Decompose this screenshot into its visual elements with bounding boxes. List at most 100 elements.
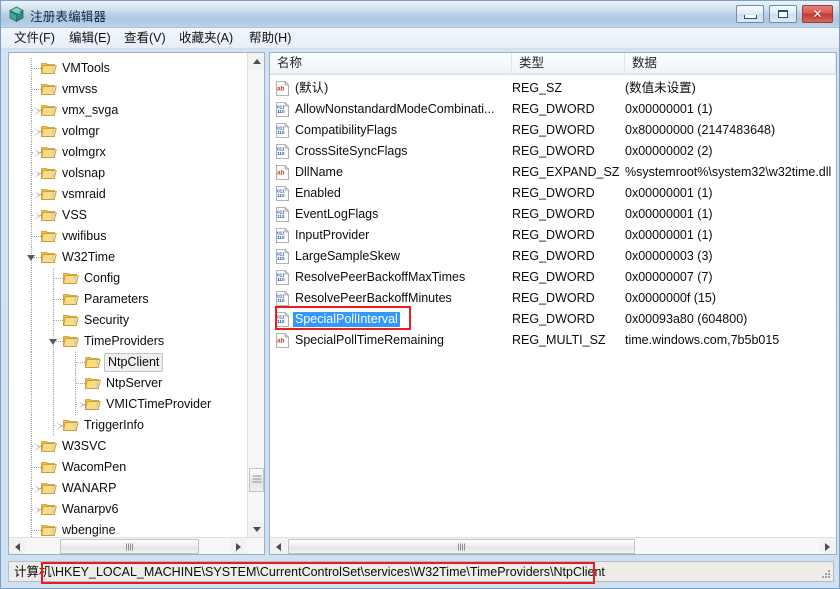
folder-icon [41,208,57,222]
menu-item-3[interactable]: 查看(V) [119,30,171,47]
registry-values-list[interactable]: ab (默认) REG_SZ (数值未设置) 011 110 AllowNonstandar… [270,75,836,538]
tree-scroll-right-button[interactable] [230,538,247,554]
maximize-button[interactable] [769,5,797,23]
tree-scroll-up-button[interactable] [248,53,264,70]
svg-text:110: 110 [277,256,285,261]
expand-triangle-icon[interactable] [78,401,84,409]
folder-icon [63,292,79,306]
value-type: REG_DWORD [512,291,595,305]
folder-icon [41,82,57,96]
string-value-icon: ab [275,80,290,96]
value-row[interactable]: 011 110 EventLogFlags REG_DWORD 0x00000001 (… [270,204,836,225]
value-row[interactable]: ab (默认) REG_SZ (数值未设置) [270,78,836,99]
resize-grip-icon[interactable] [819,567,831,579]
registry-path-text: 计算机\HKEY_LOCAL_MACHINE\SYSTEM\CurrentCon… [14,565,605,579]
value-row[interactable]: 011 110 SpecialPollInterval REG_DWORD 0x0009… [270,309,836,330]
tree-scroll-down-button[interactable] [248,521,264,538]
expand-triangle-icon[interactable] [34,443,40,451]
menu-item-2[interactable]: 编辑(E) [64,30,116,47]
collapse-triangle-icon[interactable] [27,255,35,261]
tree-hscrollbar-thumb[interactable] [60,539,199,554]
status-bar: 计算机\HKEY_LOCAL_MACHINE\SYSTEM\CurrentCon… [8,561,834,582]
tree-item-label: volmgr [62,124,100,138]
tree-guide-line [54,278,63,279]
value-row[interactable]: 011 110 ResolvePeerBackoffMinutes REG_DWORD… [270,288,836,309]
dword-value-icon: 011 110 [275,143,290,159]
expand-triangle-icon[interactable] [34,506,40,514]
registry-tree[interactable]: VMTools vmvss vmx_svga volmgr volmgrx volsnap… [9,53,247,538]
menu-item-1[interactable]: 文件(F) [9,30,60,47]
expand-triangle-icon[interactable] [34,485,40,493]
title-bar[interactable]: 注册表编辑器 ✕ [1,1,839,28]
tree-vertical-scrollbar[interactable] [247,53,264,538]
value-row[interactable]: ab SpecialPollTimeRemaining REG_MULTI_SZ ti… [270,330,836,351]
column-header-1[interactable]: 名称 [270,53,512,74]
list-scroll-right-button[interactable] [819,538,836,554]
dword-value-icon: 011 110 [275,206,290,222]
list-hscrollbar-thumb[interactable] [288,539,635,554]
expand-triangle-icon[interactable] [34,128,40,136]
tree-guide-line [31,415,32,436]
tree-guide-line [54,299,63,300]
column-header-3[interactable]: 数据 [625,53,836,74]
expand-triangle-icon[interactable] [56,422,62,430]
svg-text:110: 110 [277,235,285,240]
list-column-header[interactable]: 名称 类型 数据 [270,53,836,75]
value-data: 0x0000000f (15) [625,291,717,305]
expand-triangle-icon[interactable] [34,149,40,157]
value-row[interactable]: 011 110 LargeSampleSkew REG_DWORD 0x00000003… [270,246,836,267]
tree-item-label: wbengine [62,523,116,537]
tree-guide-line [76,362,85,363]
chevron-up-icon [252,59,261,64]
value-type: REG_MULTI_SZ [512,333,606,347]
expand-triangle-icon[interactable] [34,191,40,199]
value-row[interactable]: 011 110 InputProvider REG_DWORD 0x00000001 (… [270,225,836,246]
tree-horizontal-scrollbar[interactable] [9,537,264,554]
value-row[interactable]: ab DllName REG_EXPAND_SZ %systemroot%\syste… [270,162,836,183]
tree-guide-line [31,268,32,289]
registry-tree-pane: VMTools vmvss vmx_svga volmgr volmgrx volsnap… [8,52,265,555]
list-scroll-left-button[interactable] [270,538,287,554]
tree-scrollbar-thumb[interactable] [249,468,264,492]
folder-icon [85,376,101,390]
collapse-triangle-icon[interactable] [49,339,57,345]
tree-item-label: WANARP [62,481,117,495]
folder-icon [41,460,57,474]
value-row[interactable]: 011 110 ResolvePeerBackoffMaxTimes REG_DWOR… [270,267,836,288]
value-data: (数值未设置) [625,81,696,95]
value-type: REG_DWORD [512,186,595,200]
expand-triangle-icon[interactable] [34,170,40,178]
column-header-label: 类型 [519,56,545,70]
folder-icon [41,229,57,243]
menu-item-4[interactable]: 收藏夹(A) [174,30,238,47]
close-icon: ✕ [812,7,823,21]
svg-text:110: 110 [277,151,285,156]
value-data: 0x00000001 (1) [625,228,713,242]
expand-triangle-icon[interactable] [34,212,40,220]
svg-text:ab: ab [277,86,285,93]
value-name: DllName [295,165,343,179]
value-row[interactable]: 011 110 Enabled REG_DWORD 0x00000001 (1) [270,183,836,204]
tree-scroll-left-button[interactable] [9,538,26,554]
value-row[interactable]: 011 110 AllowNonstandardModeCombinati... RE… [270,99,836,120]
value-name: SpecialPollInterval [293,312,400,327]
value-type: REG_DWORD [512,123,595,137]
value-name: CrossSiteSyncFlags [295,144,408,158]
value-row[interactable]: 011 110 CompatibilityFlags REG_DWORD 0x80000… [270,120,836,141]
dword-value-icon: 011 110 [275,185,290,201]
close-button[interactable]: ✕ [802,5,833,23]
tree-guide-line [31,520,32,538]
tree-guide-line [31,310,32,331]
list-horizontal-scrollbar[interactable] [270,537,836,554]
folder-icon [41,439,57,453]
tree-guide-line [32,89,41,90]
value-data: time.windows.com,7b5b015 [625,333,780,347]
menu-item-5[interactable]: 帮助(H) [244,30,296,47]
value-name: EventLogFlags [295,207,379,221]
folder-icon [41,124,57,138]
column-header-2[interactable]: 类型 [512,53,625,74]
minimize-button[interactable] [736,5,764,23]
tree-item-label: volmgrx [62,145,106,159]
expand-triangle-icon[interactable] [34,107,40,115]
value-row[interactable]: 011 110 CrossSiteSyncFlags REG_DWORD 0x00000… [270,141,836,162]
